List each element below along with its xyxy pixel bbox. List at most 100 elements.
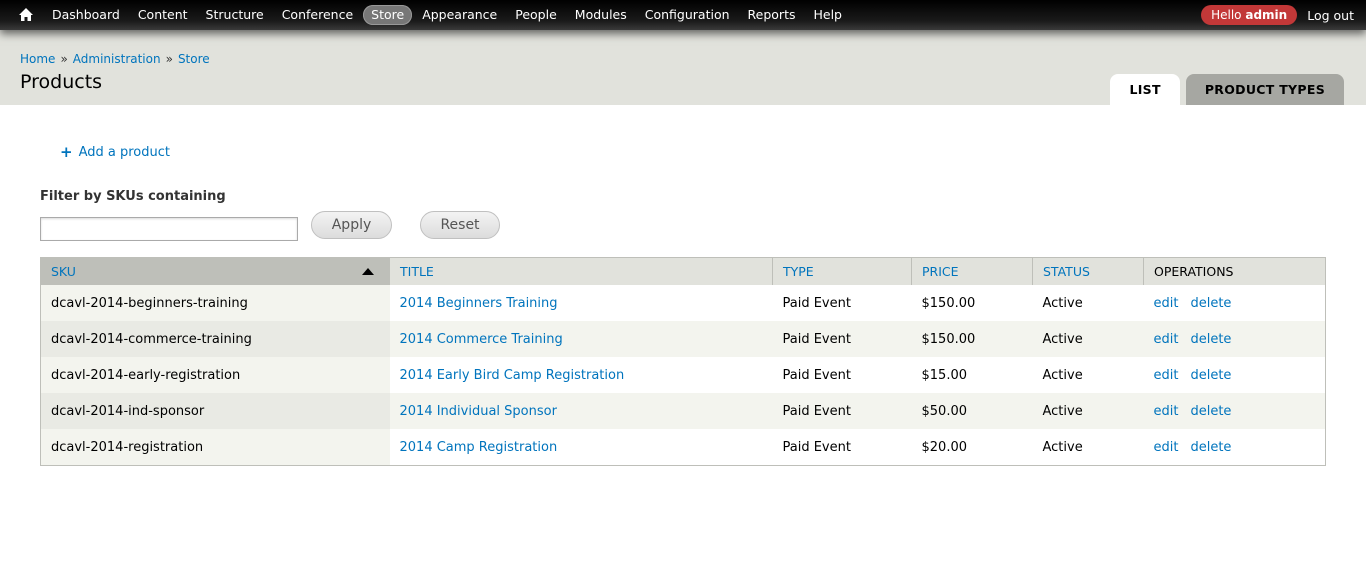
plus-icon: + — [60, 143, 73, 161]
title-cell: 2014 Beginners Training — [389, 285, 773, 321]
status-cell: Active — [1032, 321, 1144, 357]
sku-filter-input[interactable] — [40, 217, 298, 241]
status-cell: Active — [1032, 429, 1144, 466]
title-cell: 2014 Camp Registration — [389, 429, 773, 466]
logout-link[interactable]: Log out — [1307, 8, 1354, 23]
tab-product-types[interactable]: PRODUCT TYPES — [1185, 74, 1344, 105]
title-cell: 2014 Early Bird Camp Registration — [389, 357, 773, 393]
menu-item-help[interactable]: Help — [805, 5, 850, 25]
price-cell: $150.00 — [911, 285, 1033, 321]
user-area: Hello admin Log out — [1201, 0, 1354, 30]
status-cell: Active — [1032, 393, 1144, 429]
delete-link[interactable]: delete — [1190, 404, 1231, 419]
menu-item-store[interactable]: Store — [363, 5, 413, 25]
apply-button[interactable]: Apply — [311, 211, 392, 239]
greeting-text: Hello — [1211, 8, 1242, 22]
column-header-status[interactable]: STATUS — [1032, 257, 1144, 285]
sku-cell: dcavl-2014-ind-sponsor — [40, 393, 390, 429]
add-product-link[interactable]: + Add a product — [60, 143, 170, 161]
admin-toolbar: Dashboard Content Structure Conference S… — [0, 0, 1366, 30]
product-title-link[interactable]: 2014 Commerce Training — [400, 332, 563, 347]
sku-cell: dcavl-2014-commerce-training — [40, 321, 390, 357]
delete-link[interactable]: delete — [1190, 368, 1231, 383]
reset-button[interactable]: Reset — [420, 211, 500, 239]
product-title-link[interactable]: 2014 Beginners Training — [400, 296, 558, 311]
delete-link[interactable]: delete — [1190, 440, 1231, 455]
table-row: dcavl-2014-early-registration 2014 Early… — [40, 357, 1326, 393]
sort-type-link[interactable]: TYPE — [783, 264, 814, 279]
menu-item-conference[interactable]: Conference — [274, 5, 361, 25]
sku-cell: dcavl-2014-early-registration — [40, 357, 390, 393]
primary-tabs: LIST PRODUCT TYPES — [1104, 74, 1344, 105]
add-product-label: Add a product — [78, 145, 170, 160]
home-icon[interactable] — [18, 7, 34, 23]
column-header-title[interactable]: TITLE — [389, 257, 773, 285]
username: admin — [1245, 8, 1288, 22]
product-title-link[interactable]: 2014 Camp Registration — [400, 440, 558, 455]
delete-link[interactable]: delete — [1190, 296, 1231, 311]
sku-cell: dcavl-2014-beginners-training — [40, 285, 390, 321]
sort-price-link[interactable]: PRICE — [922, 264, 959, 279]
operations-cell: edit delete — [1143, 321, 1326, 357]
table-row: dcavl-2014-commerce-training 2014 Commer… — [40, 321, 1326, 357]
delete-link[interactable]: delete — [1190, 332, 1231, 347]
column-header-type[interactable]: TYPE — [772, 257, 912, 285]
sort-title-link[interactable]: TITLE — [400, 264, 434, 279]
edit-link[interactable]: edit — [1154, 296, 1179, 311]
status-cell: Active — [1032, 357, 1144, 393]
column-header-price[interactable]: PRICE — [911, 257, 1033, 285]
menu-item-configuration[interactable]: Configuration — [637, 5, 738, 25]
product-title-link[interactable]: 2014 Early Bird Camp Registration — [400, 368, 625, 383]
breadcrumb-store[interactable]: Store — [178, 52, 210, 66]
tab-list[interactable]: LIST — [1110, 74, 1180, 105]
breadcrumb-separator: » — [165, 52, 173, 66]
table-row: dcavl-2014-beginners-training 2014 Begin… — [40, 285, 1326, 321]
column-header-operations: OPERATIONS — [1143, 257, 1326, 285]
menu-item-structure[interactable]: Structure — [198, 5, 272, 25]
status-cell: Active — [1032, 285, 1144, 321]
toolbar-menu: Dashboard Content Structure Conference S… — [44, 0, 852, 30]
menu-item-people[interactable]: People — [507, 5, 565, 25]
menu-item-appearance[interactable]: Appearance — [414, 5, 505, 25]
sort-ascending-icon — [362, 268, 374, 275]
products-table: SKU TITLE TYPE PRICE STATUS OPERATIONS d… — [40, 257, 1326, 466]
filter-label: Filter by SKUs containing — [40, 189, 226, 204]
breadcrumb-home[interactable]: Home — [20, 52, 55, 66]
type-cell: Paid Event — [772, 393, 912, 429]
breadcrumb-separator: » — [60, 52, 68, 66]
page-title: Products — [20, 71, 103, 93]
sort-status-link[interactable]: STATUS — [1043, 264, 1090, 279]
type-cell: Paid Event — [772, 321, 912, 357]
table-row: dcavl-2014-ind-sponsor 2014 Individual S… — [40, 393, 1326, 429]
sku-cell: dcavl-2014-registration — [40, 429, 390, 466]
menu-item-modules[interactable]: Modules — [567, 5, 635, 25]
operations-cell: edit delete — [1143, 357, 1326, 393]
table-row: dcavl-2014-registration 2014 Camp Regist… — [40, 429, 1326, 466]
price-cell: $15.00 — [911, 357, 1033, 393]
user-greeting-badge[interactable]: Hello admin — [1201, 5, 1298, 25]
breadcrumb-administration[interactable]: Administration — [73, 52, 161, 66]
type-cell: Paid Event — [772, 285, 912, 321]
title-cell: 2014 Individual Sponsor — [389, 393, 773, 429]
operations-cell: edit delete — [1143, 285, 1326, 321]
edit-link[interactable]: edit — [1154, 404, 1179, 419]
operations-cell: edit delete — [1143, 429, 1326, 466]
product-title-link[interactable]: 2014 Individual Sponsor — [400, 404, 557, 419]
type-cell: Paid Event — [772, 357, 912, 393]
sort-sku-link[interactable]: SKU — [51, 264, 76, 279]
operations-cell: edit delete — [1143, 393, 1326, 429]
menu-item-dashboard[interactable]: Dashboard — [44, 5, 128, 25]
table-header-row: SKU TITLE TYPE PRICE STATUS OPERATIONS — [40, 257, 1326, 285]
price-cell: $50.00 — [911, 393, 1033, 429]
edit-link[interactable]: edit — [1154, 368, 1179, 383]
menu-item-content[interactable]: Content — [130, 5, 196, 25]
type-cell: Paid Event — [772, 429, 912, 466]
edit-link[interactable]: edit — [1154, 440, 1179, 455]
price-cell: $150.00 — [911, 321, 1033, 357]
column-header-sku[interactable]: SKU — [40, 257, 390, 285]
page-header: Home » Administration » Store Products LIST … — [0, 30, 1366, 105]
edit-link[interactable]: edit — [1154, 332, 1179, 347]
breadcrumb: Home » Administration » Store — [20, 52, 210, 66]
title-cell: 2014 Commerce Training — [389, 321, 773, 357]
menu-item-reports[interactable]: Reports — [740, 5, 804, 25]
